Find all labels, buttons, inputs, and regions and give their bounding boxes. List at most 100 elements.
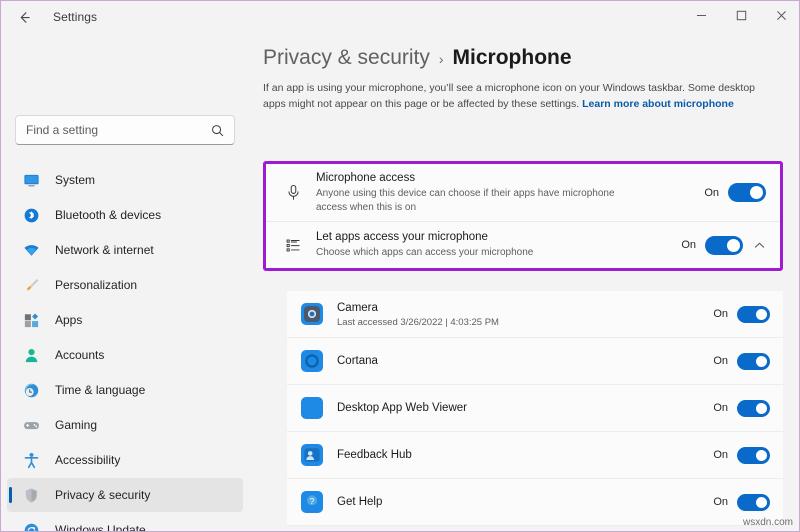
microphone-access-text: Microphone access Anyone using this devi… xyxy=(316,171,704,214)
close-icon xyxy=(776,8,787,26)
toggle-state-label: On xyxy=(681,239,696,251)
sidebar-item-apps[interactable]: Apps xyxy=(7,303,243,337)
app-name: Cortana xyxy=(337,354,378,367)
sidebar-item-windows-update[interactable]: Windows Update xyxy=(7,513,243,531)
cortana-app-icon xyxy=(301,350,323,372)
sidebar-item-label: Gaming xyxy=(55,418,98,432)
list-item[interactable]: Desktop App Web Viewer On xyxy=(287,385,783,432)
sidebar-item-label: Personalization xyxy=(55,278,138,292)
toggle-state-label: On xyxy=(713,449,728,461)
sidebar-item-gaming[interactable]: Gaming xyxy=(7,408,243,442)
app-text: Feedback Hub xyxy=(337,448,713,463)
shield-icon xyxy=(21,485,41,505)
toggle-state-label: On xyxy=(704,186,719,199)
sidebar-item-personalization[interactable]: Personalization xyxy=(7,268,243,302)
list-item[interactable]: ? Get Help On xyxy=(287,479,783,526)
list-item[interactable]: Cortana On xyxy=(287,338,783,385)
app-name: Desktop App Web Viewer xyxy=(337,401,467,414)
app-text: Get Help xyxy=(337,495,713,510)
title-bar: Settings xyxy=(1,1,799,33)
sidebar-item-label: System xyxy=(55,173,96,187)
search-icon[interactable] xyxy=(211,124,224,137)
chevron-up-icon[interactable] xyxy=(753,239,766,252)
close-button[interactable] xyxy=(761,1,799,33)
sidebar-item-label: Privacy & security xyxy=(55,488,151,502)
app-last-accessed: Last accessed 3/26/2022 | 4:03:25 PM xyxy=(337,316,499,328)
camera-app-icon xyxy=(301,303,323,325)
gamepad-icon xyxy=(21,415,41,435)
microphone-access-toggle[interactable] xyxy=(728,183,766,202)
accessibility-person-icon xyxy=(21,450,41,470)
learn-more-link[interactable]: Learn more about microphone xyxy=(582,98,734,110)
breadcrumb-parent[interactable]: Privacy & security xyxy=(263,46,430,70)
paintbrush-icon xyxy=(21,275,41,295)
back-arrow-icon xyxy=(17,10,32,25)
maximize-button[interactable] xyxy=(721,1,761,33)
highlight-annotation: Microphone access Anyone using this devi… xyxy=(263,161,783,271)
card-title: Microphone access xyxy=(316,172,416,184)
main-content: Privacy & security › Microphone If an ap… xyxy=(249,33,799,531)
microphone-icon xyxy=(280,184,306,201)
app-toggle[interactable] xyxy=(737,352,770,370)
toggle-state-label: On xyxy=(713,355,728,367)
sidebar-item-bluetooth-devices[interactable]: Bluetooth & devices xyxy=(7,198,243,232)
app-toggle[interactable] xyxy=(737,493,770,511)
sidebar-item-label: Bluetooth & devices xyxy=(55,208,162,222)
sidebar-item-label: Apps xyxy=(55,313,83,327)
list-item[interactable]: Feedback Hub On xyxy=(287,432,783,479)
maximize-icon xyxy=(736,8,747,26)
card-subtitle: Choose which apps can access your microp… xyxy=(316,247,534,259)
search-input[interactable] xyxy=(26,123,211,137)
let-apps-access-control: On xyxy=(681,235,766,255)
apps-grid-icon xyxy=(21,310,41,330)
toggle-state-label: On xyxy=(713,496,728,508)
app-toggle[interactable] xyxy=(737,399,770,417)
bluetooth-icon xyxy=(21,205,41,225)
app-text: Camera Last accessed 3/26/2022 | 4:03:25… xyxy=(337,301,713,328)
clock-globe-icon xyxy=(21,380,41,400)
sidebar-nav: System Bluetooth & devices Network & int… xyxy=(1,163,249,531)
app-name: Feedback Hub xyxy=(337,448,412,461)
list-item[interactable]: Camera Last accessed 3/26/2022 | 4:03:25… xyxy=(287,291,783,338)
let-apps-access-text: Let apps access your microphone Choose w… xyxy=(316,230,681,260)
app-title: Settings xyxy=(53,10,98,24)
sidebar: System Bluetooth & devices xyxy=(1,33,249,531)
page-title: Microphone xyxy=(452,46,572,69)
watermark: wsxdn.com xyxy=(742,517,793,528)
bullet-list-icon xyxy=(280,237,306,254)
svg-text:?: ? xyxy=(310,496,315,506)
get-help-app-icon: ? xyxy=(301,491,323,513)
sidebar-item-label: Accessibility xyxy=(55,453,121,467)
sidebar-item-privacy-security[interactable]: Privacy & security xyxy=(7,478,243,512)
search-box[interactable] xyxy=(15,115,235,145)
page-description: If an app is using your microphone, you’… xyxy=(263,81,775,112)
web-viewer-app-icon xyxy=(301,397,323,419)
app-name: Camera xyxy=(337,301,378,314)
let-apps-access-toggle[interactable] xyxy=(705,235,743,255)
microphone-access-control: On xyxy=(704,183,766,202)
breadcrumb: Privacy & security › Microphone xyxy=(263,46,799,70)
app-text: Desktop App Web Viewer xyxy=(337,401,713,416)
window-controls xyxy=(681,1,799,33)
sidebar-item-label: Time & language xyxy=(55,383,146,397)
breadcrumb-separator-icon: › xyxy=(438,51,444,67)
back-button[interactable] xyxy=(7,2,41,32)
app-toggle[interactable] xyxy=(737,305,770,323)
card-title: Let apps access your microphone xyxy=(316,231,488,244)
person-icon xyxy=(21,345,41,365)
sidebar-item-accessibility[interactable]: Accessibility xyxy=(7,443,243,477)
app-text: Cortana xyxy=(337,354,713,369)
sidebar-item-accounts[interactable]: Accounts xyxy=(7,338,243,372)
app-toggle[interactable] xyxy=(737,446,770,464)
feedback-hub-app-icon xyxy=(301,444,323,466)
sidebar-item-time-language[interactable]: Time & language xyxy=(7,373,243,407)
microphone-access-card[interactable]: Microphone access Anyone using this devi… xyxy=(266,164,780,222)
sidebar-item-system[interactable]: System xyxy=(7,163,243,197)
card-subtitle: Anyone using this device can choose if t… xyxy=(316,188,615,213)
toggle-state-label: On xyxy=(713,308,728,320)
monitor-icon xyxy=(21,170,41,190)
let-apps-access-card[interactable]: Let apps access your microphone Choose w… xyxy=(266,222,780,268)
sidebar-item-network-internet[interactable]: Network & internet xyxy=(7,233,243,267)
minimize-button[interactable] xyxy=(681,1,721,33)
settings-window: Settings Find a setting System Bluetooth… xyxy=(0,0,800,532)
